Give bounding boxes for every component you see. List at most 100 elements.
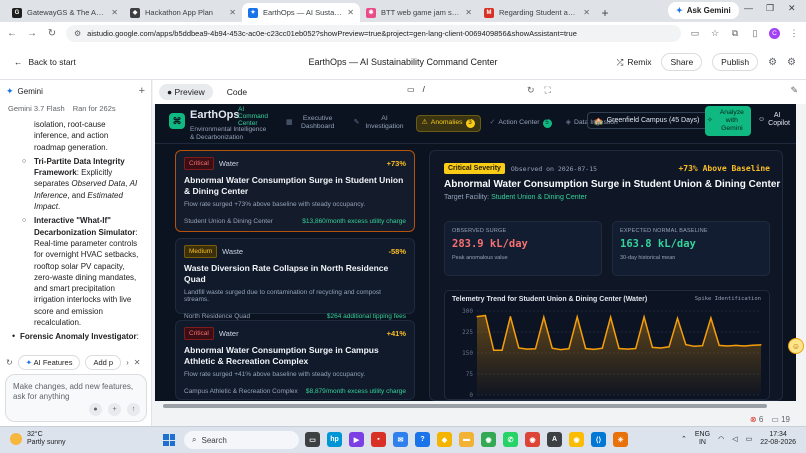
reload-icon[interactable]: ↻	[46, 28, 58, 39]
remix-button[interactable]: ⤮ Remix	[617, 57, 652, 68]
warning-indicator[interactable]: ▭ 19	[771, 415, 790, 424]
settings-gear-icon[interactable]: ⚙	[768, 57, 777, 68]
history-icon[interactable]: ↻	[6, 358, 13, 367]
reload-preview-icon[interactable]: ↻	[527, 85, 535, 96]
new-tab-button[interactable]: +	[596, 3, 614, 22]
battery-icon[interactable]: ▭	[746, 435, 753, 443]
chip-add[interactable]: Add p	[85, 354, 122, 370]
bookmark-star-icon[interactable]: ☆	[709, 28, 721, 39]
close-window-icon[interactable]: ✕	[788, 3, 796, 14]
sidebar-icon[interactable]: ▯	[749, 28, 761, 39]
horizontal-scrollbar[interactable]	[155, 402, 796, 410]
nav-item[interactable]: ▦ Executive Dashboard	[281, 112, 345, 134]
nav-item[interactable]: ⚠ Anomalies 3	[415, 114, 481, 132]
chip-ai-features[interactable]: ✦ AI Features	[17, 354, 81, 370]
scrollbar-thumb[interactable]	[163, 404, 767, 408]
tab-preview[interactable]: ● Preview	[159, 84, 213, 100]
search-icon: ⌕	[192, 435, 197, 444]
extensions-icon[interactable]: ⧉	[729, 28, 741, 39]
back-arrow-icon[interactable]: ←	[6, 28, 18, 39]
browser-tab[interactable]: G GatewayGS & The AEI Initiative ✕	[6, 3, 124, 22]
site-info-icon[interactable]: ⚙	[74, 29, 81, 38]
share-button[interactable]: Share	[661, 53, 703, 71]
error-indicator[interactable]: ⊗ 6	[750, 415, 763, 424]
microphone-icon[interactable]: ●	[89, 403, 102, 416]
card-meta-row: Critical Water +73%	[184, 157, 406, 170]
browser-tab[interactable]: M Regarding Student account access ✕	[478, 3, 596, 22]
browser-tab[interactable]: ◆ Hackathon App Plan ✕	[124, 3, 242, 22]
maximize-window-icon[interactable]: ❐	[766, 3, 774, 14]
back-to-start-button[interactable]: ← Back to start	[8, 54, 82, 70]
campus-selector[interactable]: 🏫 Greenfield Campus (45 Days) ⌄	[587, 112, 717, 129]
clock[interactable]: 17:34 22-08-2026	[760, 431, 796, 447]
help-app-icon[interactable]: ?	[415, 432, 430, 447]
tab-close-icon[interactable]: ✕	[229, 8, 236, 17]
fullscreen-icon[interactable]: ⛶	[545, 85, 551, 96]
nav-item[interactable]: ✎ AI Investigation	[349, 112, 412, 134]
chrome-2-app-icon[interactable]: ◉	[569, 432, 584, 447]
wifi-icon[interactable]: ◠	[718, 435, 724, 443]
address-bar-row: ← → ↻ ⚙ aistudio.google.com/apps/b5ddbea…	[0, 22, 806, 44]
windows-start-icon[interactable]	[163, 434, 175, 446]
ai-copilot-button[interactable]: ☺ AI Copilot	[758, 112, 790, 128]
language-indicator[interactable]: ENG IN	[695, 431, 710, 447]
metric-sub: 30-day historical mean	[620, 255, 676, 261]
taskbar-search[interactable]: ⌕ Search	[184, 431, 299, 449]
add-attachment-icon[interactable]: +	[108, 403, 121, 416]
run-meta: Gemini 3.7 Flash Ran for 262s	[0, 102, 151, 119]
tab-close-icon[interactable]: ✕	[583, 8, 590, 17]
minimize-window-icon[interactable]: —	[744, 3, 753, 13]
tab-close-icon[interactable]: ✕	[347, 8, 354, 17]
tab-code[interactable]: Code	[219, 84, 255, 100]
weather-widget[interactable]: 32°C Partly sunny	[10, 431, 66, 447]
data-point	[610, 316, 612, 318]
tab-close-icon[interactable]: ✕	[465, 8, 472, 17]
telemetry-chart-svg: 0 75 150 225 300	[462, 308, 762, 399]
path-text[interactable]: /	[423, 85, 425, 94]
dashboard-nav: ▦ Executive Dashboard ✎ AI Investigation ⚠ An…	[281, 112, 623, 134]
annotate-icon[interactable]: ✎	[790, 85, 798, 96]
anomaly-card[interactable]: Medium Waste -58% Waste Diversion Rate Coll…	[175, 238, 415, 320]
publish-button[interactable]: Publish	[712, 53, 759, 71]
data-point	[534, 348, 537, 350]
chrome-profile-app-icon[interactable]: ◉	[525, 432, 540, 447]
widgets-app-icon[interactable]: ◆	[437, 432, 452, 447]
close-icon[interactable]: ✕	[134, 358, 141, 367]
hp-app-icon[interactable]: hp	[327, 432, 342, 447]
prompt-input[interactable]: Make changes, add new features, ask for …	[5, 374, 147, 422]
folder-app-icon[interactable]: ▬	[459, 432, 474, 447]
brand-name: EarthOps	[190, 109, 240, 121]
help-bubble-icon[interactable]: ☺	[788, 338, 804, 354]
video-app-icon[interactable]: ▶	[349, 432, 364, 447]
nav-item[interactable]: ✓ Action Center 5	[485, 116, 557, 131]
ai-studio-app-icon[interactable]: A	[547, 432, 562, 447]
more-settings-icon[interactable]: ⚙	[787, 57, 796, 68]
browser-tab[interactable]: ✱ BTT web game jam summer 2025 ✕	[360, 3, 478, 22]
chevron-right-icon[interactable]: ›	[126, 358, 129, 367]
new-chat-button[interactable]: +	[139, 85, 145, 97]
tray-chevron-icon[interactable]: ⌃	[681, 435, 687, 443]
spark-app-icon[interactable]: ✳	[613, 432, 628, 447]
card-description: Flow rate surged +41% above baseline wit…	[184, 371, 366, 378]
chrome-app-icon[interactable]: ◉	[481, 432, 496, 447]
toolbox-app-icon[interactable]: ▪	[371, 432, 386, 447]
card-title: Abnormal Water Consumption Surge in Stud…	[184, 175, 404, 196]
whatsapp-app-icon[interactable]: ✆	[503, 432, 518, 447]
mail-app-icon[interactable]: ✉	[393, 432, 408, 447]
speaker-icon[interactable]: ◁	[732, 435, 737, 443]
forward-arrow-icon[interactable]: →	[26, 28, 38, 39]
chrome-menu-icon[interactable]: ⋮	[788, 28, 800, 39]
vscode-app-icon[interactable]: ⟨⟩	[591, 432, 606, 447]
profile-avatar[interactable]: C	[769, 27, 780, 39]
anomaly-card[interactable]: Critical Water +73% Abnormal Water Consumpt…	[175, 150, 415, 232]
cast-icon[interactable]: ▭	[689, 28, 701, 39]
ask-gemini-button[interactable]: ✦ Ask Gemini	[668, 2, 739, 19]
tab-close-icon[interactable]: ✕	[111, 8, 118, 17]
analyze-with-gemini-button[interactable]: ✧ Analyze with Gemini	[705, 106, 751, 136]
url-omnibox[interactable]: ⚙ aistudio.google.com/apps/b5ddbea9-4b94…	[66, 24, 681, 42]
device-icon[interactable]: ▭	[407, 85, 415, 94]
browser-tab[interactable]: ✦ EarthOps — AI Sustainability Co… ✕	[242, 3, 360, 22]
send-arrow-icon[interactable]: ↑	[127, 403, 140, 416]
anomaly-card[interactable]: Critical Water +41% Abnormal Water Consumpt…	[175, 320, 415, 400]
file-explorer-app-icon[interactable]: ▭	[305, 432, 320, 447]
